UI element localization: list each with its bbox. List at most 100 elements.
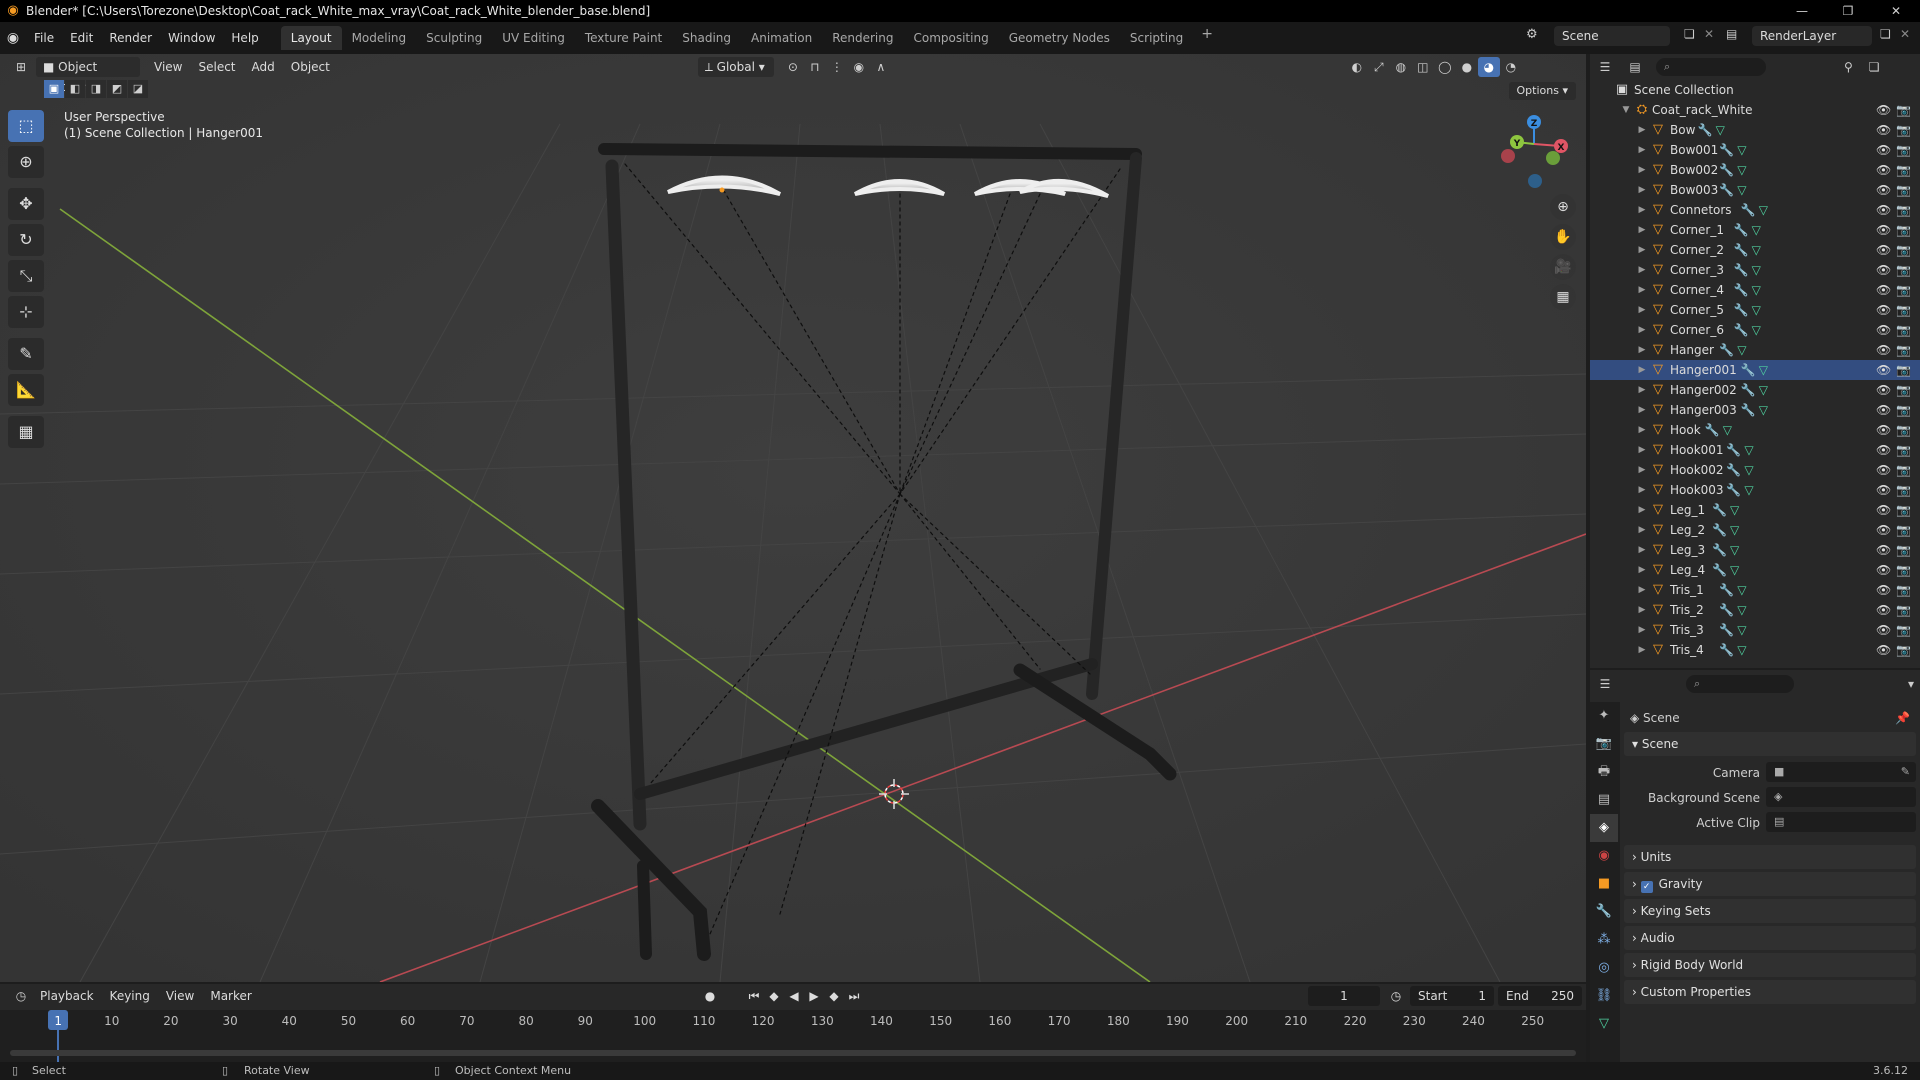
viewport-scene[interactable]: Z X Y [0,54,1586,982]
render-visibility-icon[interactable]: 📷 [1896,300,1911,320]
panel-rigid-body-world-header[interactable]: › Rigid Body World [1624,953,1916,977]
tab-texture-paint[interactable]: Texture Paint [575,26,672,50]
display-mode-icon[interactable]: ▤ [1620,60,1650,74]
expand-arrow-icon[interactable]: ▶ [1636,180,1648,200]
expand-arrow-icon[interactable]: ▶ [1636,460,1648,480]
restore-icon[interactable]: ❐ [1828,0,1868,22]
new-view-layer-icon[interactable]: ❏ [1880,27,1891,41]
outliner-object-row[interactable]: ▶ ▽ Bow001 🔧 ▽ 👁 📷 [1590,140,1920,160]
render-visibility-icon[interactable]: 📷 [1896,240,1911,260]
modifier-wrench-icon[interactable]: 🔧 [1726,460,1741,480]
modifier-wrench-icon[interactable]: 🔧 [1719,160,1734,180]
modifier-wrench-icon[interactable]: 🔧 [1719,580,1734,600]
timeline-scrollbar[interactable] [10,1050,1576,1056]
mesh-data-icon[interactable]: ▽ [1737,600,1746,620]
mesh-data-icon[interactable]: ▽ [1730,520,1739,540]
current-frame-field[interactable]: 1 [1308,986,1380,1006]
expand-arrow-icon[interactable]: ▶ [1636,120,1648,140]
overlay-toggle-icon[interactable]: ◍ [1390,57,1412,77]
render-visibility-icon[interactable]: 📷 [1896,580,1911,600]
menu-window[interactable]: Window [160,27,223,49]
properties-search-input[interactable]: ⌕ [1686,675,1794,693]
outliner-object-row[interactable]: ▶ ▽ Corner_5 🔧 ▽ 👁 📷 [1590,300,1920,320]
close-icon[interactable]: ✕ [1876,0,1916,22]
visibility-eye-icon[interactable]: 👁 [1876,640,1891,660]
outliner-object-row[interactable]: ▶ ▽ Hanger003 🔧 ▽ 👁 📷 [1590,400,1920,420]
rack-top-bar[interactable] [598,143,1142,160]
pivot-point-icon[interactable]: ⊙ [782,57,804,77]
render-visibility-icon[interactable]: 📷 [1896,620,1911,640]
rendered-shading-icon[interactable]: ◔ [1500,57,1522,77]
timeline-menu-marker[interactable]: Marker [202,986,259,1006]
visibility-eye-icon[interactable]: 👁 [1876,540,1891,560]
properties-options-icon[interactable]: ▾ [1908,677,1914,691]
modifier-wrench-icon[interactable]: 🔧 [1712,560,1727,580]
expand-arrow-icon[interactable]: ▶ [1636,640,1648,660]
timeline-menu-playback[interactable]: Playback [32,986,102,1006]
mesh-data-icon[interactable]: ▽ [1723,420,1732,440]
add-cube-tool[interactable]: ▦ [8,416,44,448]
render-visibility-icon[interactable]: 📷 [1896,160,1911,180]
ortho-grid-icon[interactable]: ▦ [1550,284,1576,310]
view-layer-icon[interactable]: ▤ [1726,27,1737,41]
modifier-wrench-icon[interactable]: 🔧 [1719,600,1734,620]
expand-arrow-icon[interactable]: ▶ [1636,360,1648,380]
visibility-eye-icon[interactable]: 👁 [1876,100,1891,120]
tab-modeling[interactable]: Modeling [342,26,417,50]
panel-units-header[interactable]: › Units [1624,845,1916,869]
viewport-menu-add[interactable]: Add [244,57,283,77]
outliner-object-row[interactable]: ▶ ▽ Tris_2 🔧 ▽ 👁 📷 [1590,600,1920,620]
render-visibility-icon[interactable]: 📷 [1896,120,1911,140]
view-layer-tab-icon[interactable]: ▤ [1590,786,1618,814]
3d-viewport[interactable]: Z X Y ⊞ ■ Object Mode ▾ View Select Add … [0,54,1586,982]
tab-layout[interactable]: Layout [280,26,342,50]
select-subtract-icon[interactable]: ◨ [86,80,106,98]
prev-keyframe-icon[interactable]: ◆ [764,986,784,1006]
zoom-icon[interactable]: ⊕ [1550,194,1576,220]
modifier-tab-icon[interactable]: 🔧 [1590,898,1618,926]
modifier-wrench-icon[interactable]: 🔧 [1734,240,1749,260]
outliner-object-row[interactable]: ▶ ▽ Hanger001 🔧 ▽ 👁 📷 [1590,360,1920,380]
modifier-wrench-icon[interactable]: 🔧 [1712,520,1727,540]
add-workspace-button[interactable]: + [1193,26,1221,50]
expand-arrow-icon[interactable]: ▶ [1636,300,1648,320]
snap-icon[interactable]: ⊓ [804,57,826,77]
outliner-object-row[interactable]: ▶ ▽ Hook001 🔧 ▽ 👁 📷 [1590,440,1920,460]
mesh-data-icon[interactable]: ▽ [1752,240,1761,260]
modifier-wrench-icon[interactable]: 🔧 [1734,260,1749,280]
mesh-data-icon[interactable]: ▽ [1752,300,1761,320]
render-visibility-icon[interactable]: 📷 [1896,340,1911,360]
play-reverse-icon[interactable]: ◀ [784,986,804,1006]
active-clip-field[interactable]: ▤ [1766,812,1916,832]
visibility-eye-icon[interactable]: 👁 [1876,220,1891,240]
outliner-object-row[interactable]: ▶ ▽ Bow 🔧 ▽ 👁 📷 [1590,120,1920,140]
visibility-eye-icon[interactable]: 👁 [1876,520,1891,540]
visibility-eye-icon[interactable]: 👁 [1876,300,1891,320]
modifier-wrench-icon[interactable]: 🔧 [1741,400,1756,420]
menu-file[interactable]: File [26,27,62,49]
render-visibility-icon[interactable]: 📷 [1896,560,1911,580]
mesh-data-icon[interactable]: ▽ [1744,440,1753,460]
jump-start-icon[interactable]: ⏮ [744,986,764,1006]
modifier-wrench-icon[interactable]: 🔧 [1719,640,1734,660]
cursor-tool[interactable]: ⊕ [8,146,44,178]
new-collection-icon[interactable]: ❏ [1869,60,1880,74]
tab-shading[interactable]: Shading [672,26,741,50]
camera-field[interactable]: ■ ✎ [1766,762,1916,782]
menu-help[interactable]: Help [223,27,266,49]
mesh-data-icon[interactable]: ▽ [1730,500,1739,520]
tab-rendering[interactable]: Rendering [822,26,903,50]
visibility-eye-icon[interactable]: 👁 [1876,620,1891,640]
render-visibility-icon[interactable]: 📷 [1896,140,1911,160]
menu-edit[interactable]: Edit [62,27,101,49]
viewport-menu-view[interactable]: View [146,57,190,77]
render-visibility-icon[interactable]: 📷 [1896,440,1911,460]
rotate-tool[interactable]: ↻ [8,224,44,256]
outliner-search-input[interactable]: ⌕ [1656,58,1766,76]
visibility-eye-icon[interactable]: 👁 [1876,340,1891,360]
eyedropper-icon[interactable]: ✎ [1901,762,1910,782]
mesh-data-icon[interactable]: ▽ [1752,260,1761,280]
expand-arrow-icon[interactable]: ▶ [1636,380,1648,400]
visibility-eye-icon[interactable]: 👁 [1876,360,1891,380]
render-visibility-icon[interactable]: 📷 [1896,460,1911,480]
